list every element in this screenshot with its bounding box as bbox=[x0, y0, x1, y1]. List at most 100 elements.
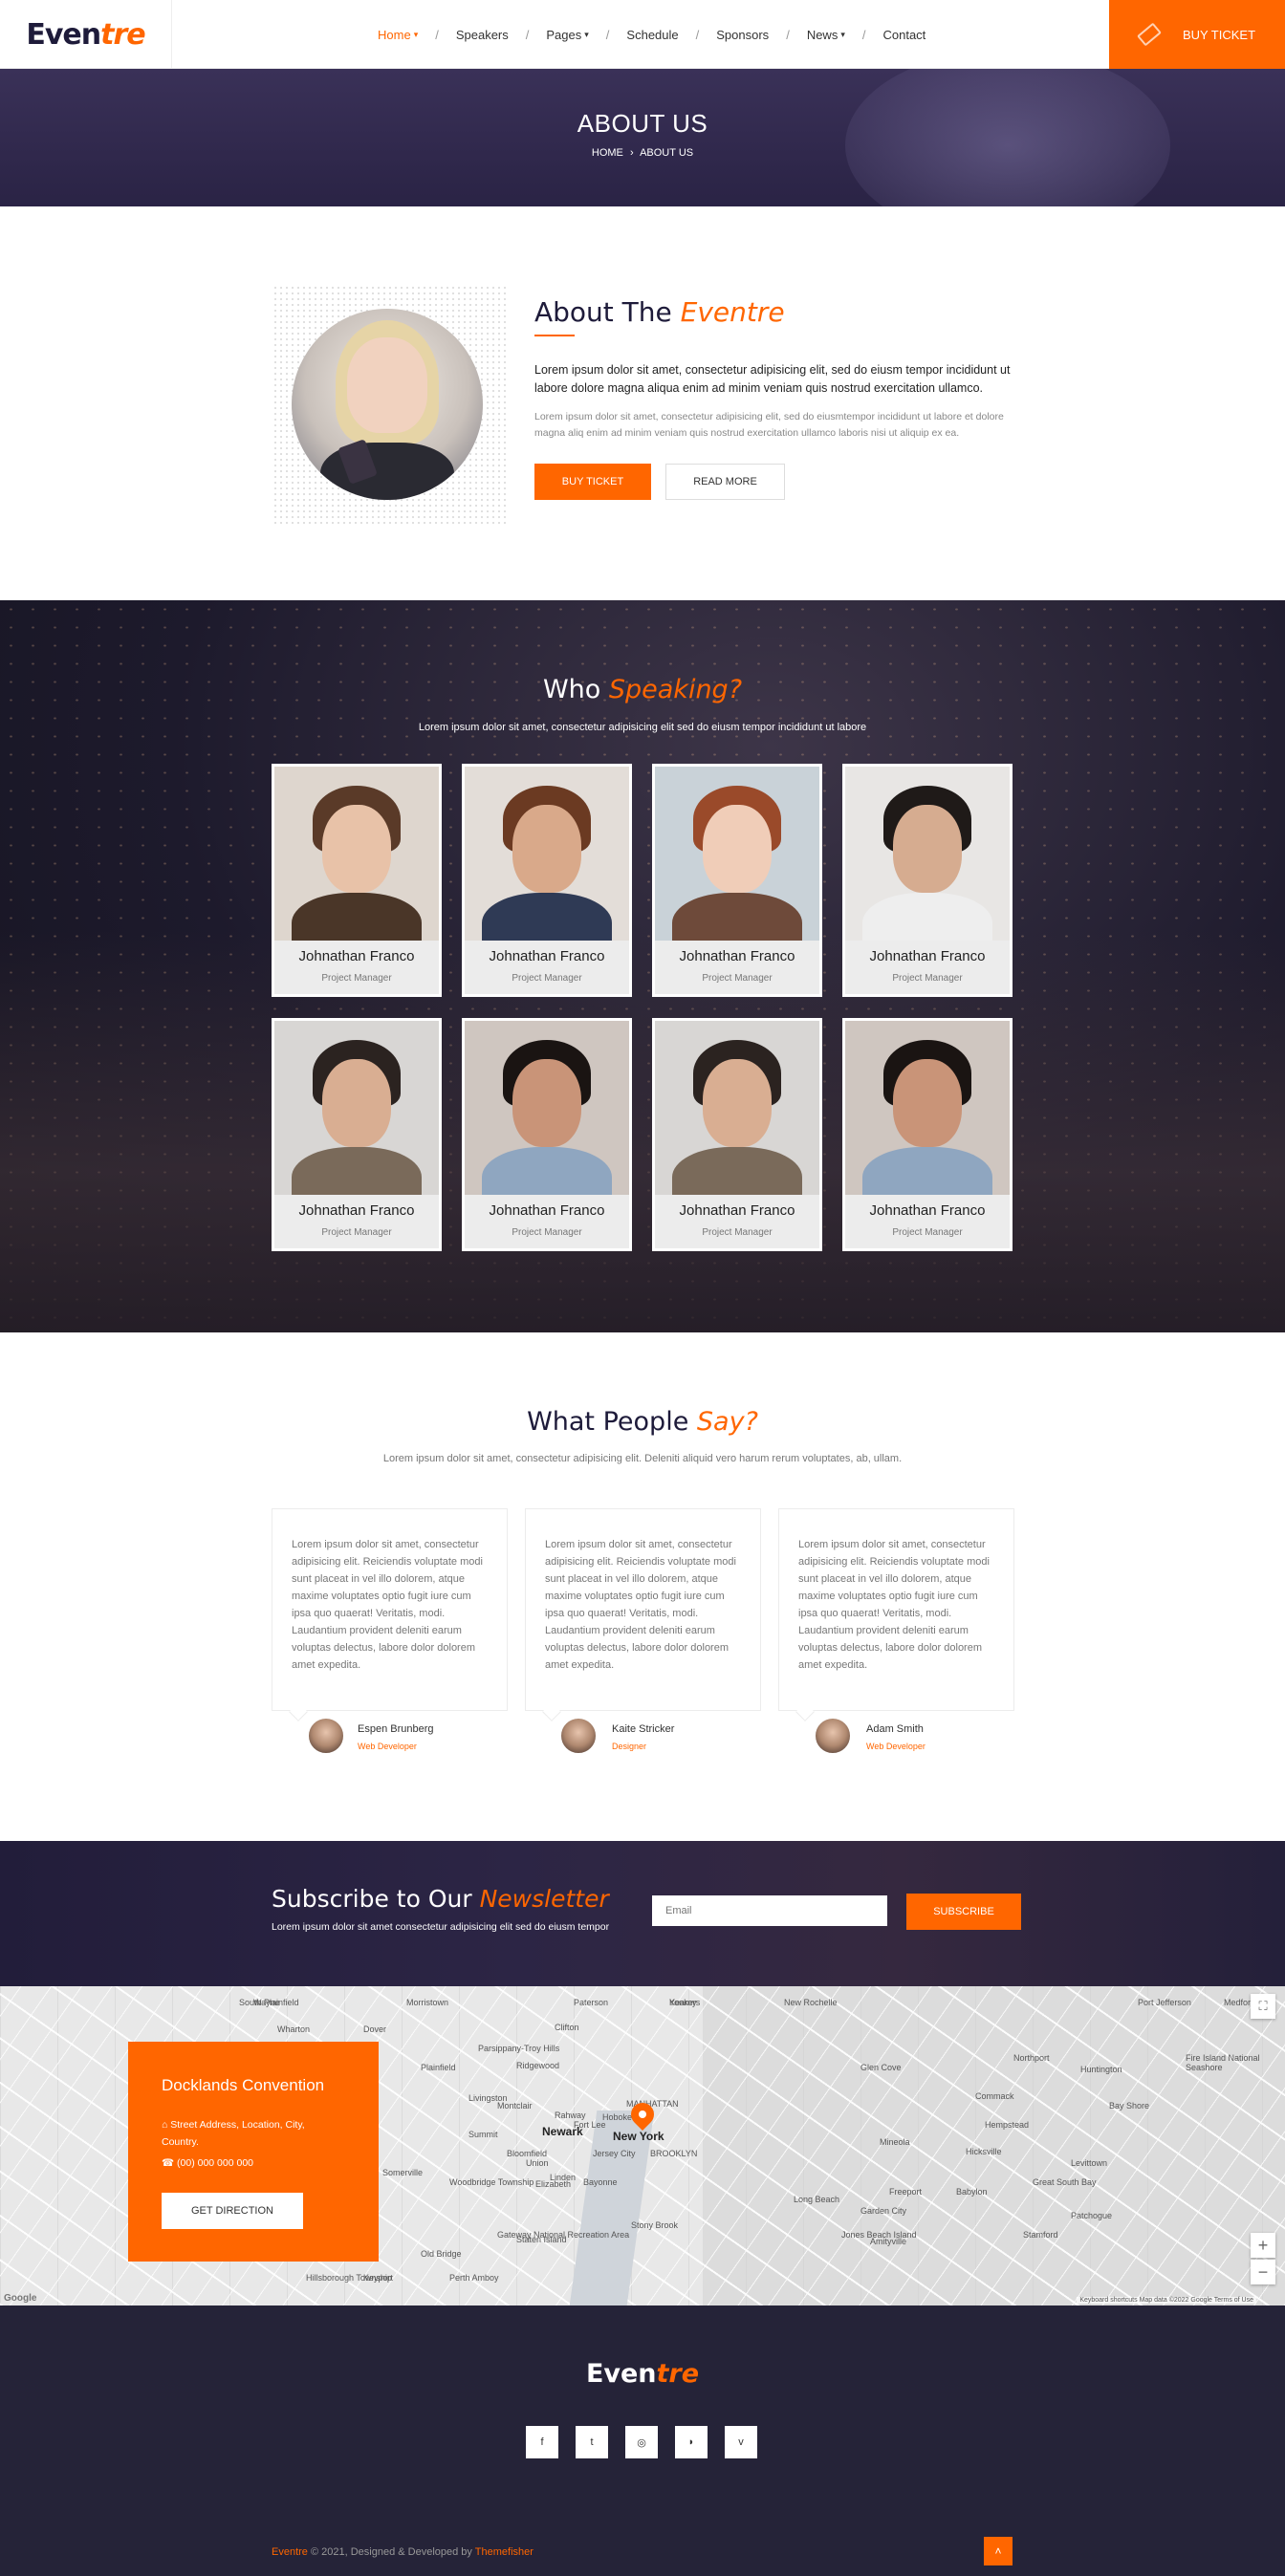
vimeo-icon[interactable]: v bbox=[725, 2426, 757, 2458]
map-place-label: Great South Bay bbox=[1033, 2177, 1097, 2187]
photo-body bbox=[482, 1147, 612, 1195]
newsletter-section: Subscribe to Our Newsletter Lorem ipsum … bbox=[0, 1841, 1285, 1986]
chevron-down-icon: ▾ bbox=[413, 29, 419, 39]
back-to-top-button[interactable]: ˄ bbox=[984, 2537, 1013, 2565]
speaker-role: Project Manager bbox=[512, 973, 582, 984]
email-field[interactable] bbox=[652, 1895, 887, 1926]
menu-label: News bbox=[806, 27, 839, 42]
speaker-card[interactable]: Johnathan Franco Project Manager bbox=[842, 1018, 1013, 1251]
testimonial-card: Lorem ipsum dolor sit amet, consectetur … bbox=[778, 1508, 1014, 1721]
photo-body bbox=[672, 893, 802, 941]
speaker-card[interactable]: Johnathan Franco Project Manager bbox=[652, 764, 822, 997]
about-read-more-button[interactable]: READ MORE bbox=[665, 464, 785, 500]
photo-face bbox=[893, 805, 962, 893]
map-place-label: Fort Lee bbox=[574, 2120, 606, 2130]
speaker-card[interactable]: Johnathan Franco Project Manager bbox=[462, 764, 632, 997]
site-logo[interactable]: Even tre bbox=[0, 0, 172, 69]
map-place-label: Old Bridge bbox=[421, 2249, 462, 2259]
photo-body bbox=[862, 1147, 992, 1195]
venue-name: Docklands Convention bbox=[162, 2076, 325, 2094]
map-place-label: Long Beach bbox=[794, 2195, 840, 2204]
venue-phone: ☎ (00) 000 000 000 bbox=[162, 2154, 253, 2172]
map-place-label: Ridgewood bbox=[516, 2061, 560, 2070]
top-navbar: Even tre Home ▾ / Speakers / Pages ▾ / Sche… bbox=[0, 0, 1285, 69]
buy-ticket-nav-button[interactable]: BUY TICKET bbox=[1109, 0, 1285, 69]
location-map[interactable]: Yonkers New Rochelle Paterson Clifton Newark… bbox=[0, 1986, 1285, 2305]
menu-item-news[interactable]: News ▾ bbox=[807, 28, 845, 42]
speaker-card[interactable]: Johnathan Franco Project Manager bbox=[462, 1018, 632, 1251]
about-heading-part2: Eventre bbox=[680, 296, 785, 328]
instagram-icon[interactable]: ◎ bbox=[625, 2426, 658, 2458]
menu-label: Contact bbox=[882, 27, 926, 42]
map-place-label: New York bbox=[613, 2130, 664, 2143]
photo-body bbox=[292, 1147, 422, 1195]
map-place-label: Glen Cove bbox=[860, 2063, 902, 2072]
page-title: ABOUT US bbox=[577, 109, 708, 138]
venue-address: ⌂ Street Address, Location, City, Countr… bbox=[162, 2116, 334, 2151]
menu-item-schedule[interactable]: Schedule bbox=[626, 28, 678, 42]
speaker-role: Project Manager bbox=[321, 1227, 392, 1238]
map-place-label: Plainfield bbox=[421, 2063, 456, 2072]
speaker-photo bbox=[655, 767, 819, 941]
newsletter-heading: Subscribe to Our Newsletter bbox=[272, 1885, 609, 1913]
map-place-label: Dover bbox=[363, 2024, 387, 2034]
rss-icon[interactable]: ◗ bbox=[675, 2426, 708, 2458]
twitter-icon[interactable]: t bbox=[576, 2426, 608, 2458]
subscribe-button[interactable]: SUBSCRIBE bbox=[906, 1894, 1021, 1930]
speakers-section: Who Speaking? Lorem ipsum dolor sit amet… bbox=[0, 600, 1285, 1332]
speaker-card[interactable]: Johnathan Franco Project Manager bbox=[652, 1018, 822, 1251]
testimonials-heading-part2: Say? bbox=[696, 1407, 758, 1437]
speaker-role: Project Manager bbox=[321, 973, 392, 984]
menu-separator: / bbox=[695, 27, 700, 42]
buy-ticket-label: BUY TICKET bbox=[1182, 27, 1256, 42]
facebook-icon[interactable]: f bbox=[526, 2426, 558, 2458]
speaker-card[interactable]: Johnathan Franco Project Manager bbox=[272, 764, 442, 997]
fullscreen-icon[interactable]: ⛶ bbox=[1251, 1994, 1275, 2019]
speaker-card[interactable]: Johnathan Franco Project Manager bbox=[842, 764, 1013, 997]
menu-item-pages[interactable]: Pages ▾ bbox=[546, 28, 588, 42]
google-logo: Google bbox=[4, 2293, 37, 2304]
menu-item-home[interactable]: Home ▾ bbox=[378, 28, 418, 42]
photo-face bbox=[893, 1059, 962, 1147]
map-place-label: Bay Shore bbox=[1109, 2101, 1150, 2111]
map-place-label: Montclair bbox=[497, 2101, 533, 2111]
designer-link[interactable]: Themefisher bbox=[475, 2546, 534, 2558]
menu-item-sponsors[interactable]: Sponsors bbox=[716, 28, 769, 42]
zoom-out-button[interactable]: − bbox=[1251, 2260, 1275, 2284]
social-links: f t ◎ ◗ v bbox=[526, 2426, 757, 2458]
zoom-in-button[interactable]: + bbox=[1251, 2233, 1275, 2258]
home-icon: ⌂ bbox=[162, 2119, 168, 2131]
chevron-down-icon: ▾ bbox=[840, 29, 845, 39]
map-place-label: Levittown bbox=[1071, 2158, 1108, 2168]
about-buy-ticket-button[interactable]: BUY TICKET bbox=[534, 464, 651, 500]
map-place-label: Hicksville bbox=[966, 2147, 1002, 2156]
menu-item-contact[interactable]: Contact bbox=[882, 28, 926, 42]
testimonial-author-name: Kaite Stricker bbox=[612, 1723, 675, 1735]
speaker-card[interactable]: Johnathan Franco Project Manager bbox=[272, 1018, 442, 1251]
map-place-label: Stony Brook bbox=[631, 2220, 679, 2230]
copyright-brand-link[interactable]: Eventre bbox=[272, 2546, 308, 2558]
logo-text-part2: tre bbox=[100, 17, 145, 52]
map-place-label: Fire Island National Seashore bbox=[1186, 2053, 1260, 2072]
footer-logo-part1: Even bbox=[585, 2359, 657, 2389]
map-place-label: Patchogue bbox=[1071, 2211, 1113, 2220]
map-attribution[interactable]: Keyboard shortcuts Map data ©2022 Google… bbox=[1077, 2297, 1256, 2304]
footer-logo[interactable]: Eventre bbox=[0, 2359, 1285, 2389]
map-place-label: Bloomfield bbox=[507, 2149, 548, 2158]
testimonials-subtitle: Lorem ipsum dolor sit amet, consectetur … bbox=[382, 1453, 903, 1464]
speaker-name: Johnathan Franco bbox=[679, 948, 795, 964]
map-place-label: Mineola bbox=[880, 2137, 910, 2147]
speaker-photo bbox=[655, 1021, 819, 1195]
photo-body bbox=[672, 1147, 802, 1195]
page-banner: ABOUT US HOME › ABOUT US bbox=[0, 69, 1285, 206]
avatar bbox=[814, 1717, 852, 1755]
speaker-role: Project Manager bbox=[892, 1227, 963, 1238]
about-heading-part1: About The bbox=[534, 296, 672, 328]
breadcrumb-home-link[interactable]: HOME bbox=[592, 147, 623, 159]
photo-face bbox=[703, 805, 772, 893]
photo-body bbox=[292, 893, 422, 941]
photo-face bbox=[512, 1059, 581, 1147]
footer-logo-part2: tre bbox=[656, 2359, 700, 2389]
menu-item-speakers[interactable]: Speakers bbox=[456, 28, 509, 42]
get-direction-button[interactable]: GET DIRECTION bbox=[162, 2193, 303, 2229]
